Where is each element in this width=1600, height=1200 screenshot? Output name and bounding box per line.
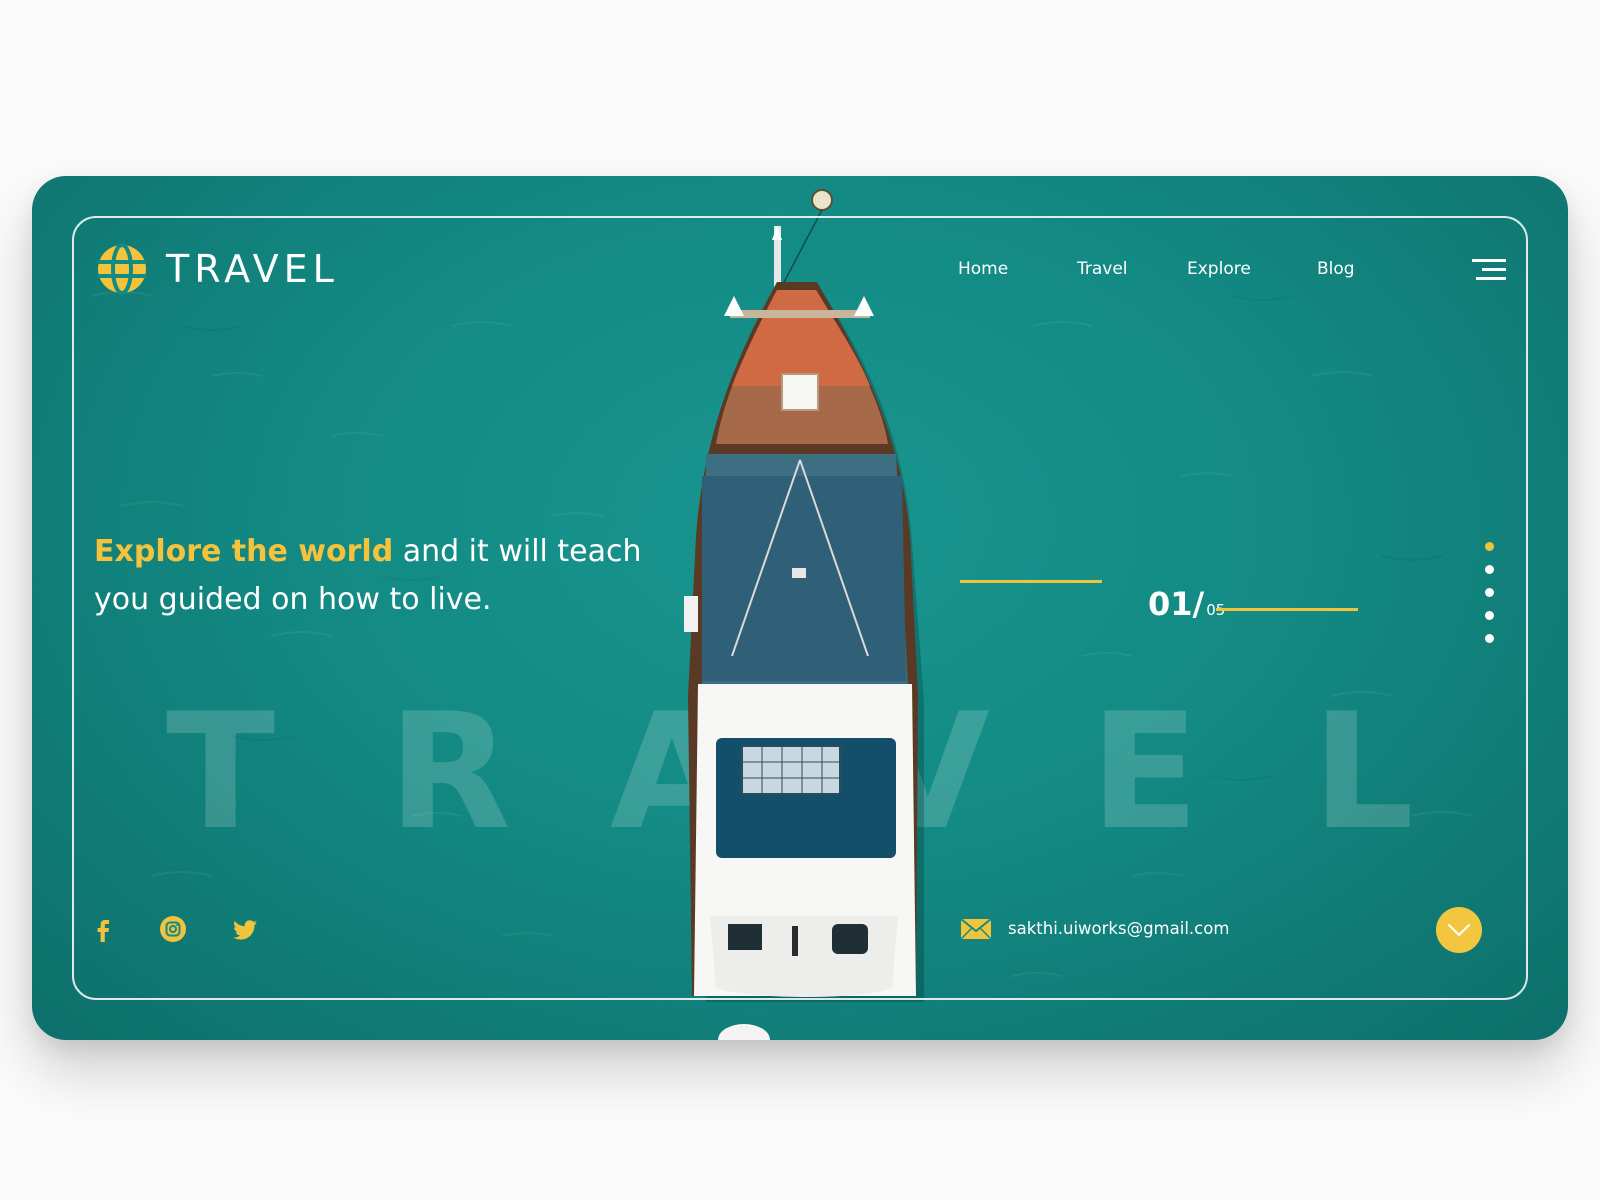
mail-icon	[960, 918, 992, 940]
email-address: sakthi.uiworks@gmail.com	[1008, 919, 1230, 938]
slide-counter: 01/05	[1148, 584, 1225, 630]
twitter-icon[interactable]	[230, 914, 260, 944]
slide-current: 01/	[1148, 585, 1205, 623]
chevron-down-icon	[1448, 924, 1470, 936]
slider-line-left	[960, 580, 1102, 583]
nav-item-home[interactable]: Home	[958, 256, 1008, 282]
slider-dot[interactable]	[1485, 634, 1494, 643]
slider-dot[interactable]	[1485, 611, 1494, 620]
facebook-icon[interactable]	[88, 914, 118, 944]
nav-item-explore[interactable]: Explore	[1187, 256, 1251, 282]
nav-item-blog[interactable]: Blog	[1317, 256, 1355, 282]
scroll-down-button[interactable]	[1436, 907, 1482, 953]
slider-dots	[1483, 542, 1495, 652]
hamburger-menu-icon[interactable]	[1472, 258, 1506, 282]
slider-dot[interactable]	[1485, 588, 1494, 597]
hero-headline: Explore the world and it will teach you …	[94, 528, 654, 624]
contact-email[interactable]: sakthi.uiworks@gmail.com	[960, 914, 1229, 944]
slider-dot-active[interactable]	[1485, 542, 1494, 551]
headline-accent: Explore the world	[94, 534, 394, 569]
nav-item-travel[interactable]: Travel	[1077, 256, 1128, 282]
main-nav: Home Travel Explore Blog	[32, 256, 1568, 282]
instagram-icon[interactable]	[158, 914, 188, 944]
hero-card: T R A V E L TRAVEL Home Travel Explore B…	[32, 176, 1568, 1040]
slider-dot[interactable]	[1485, 565, 1494, 574]
slider-line-right	[1216, 608, 1358, 611]
